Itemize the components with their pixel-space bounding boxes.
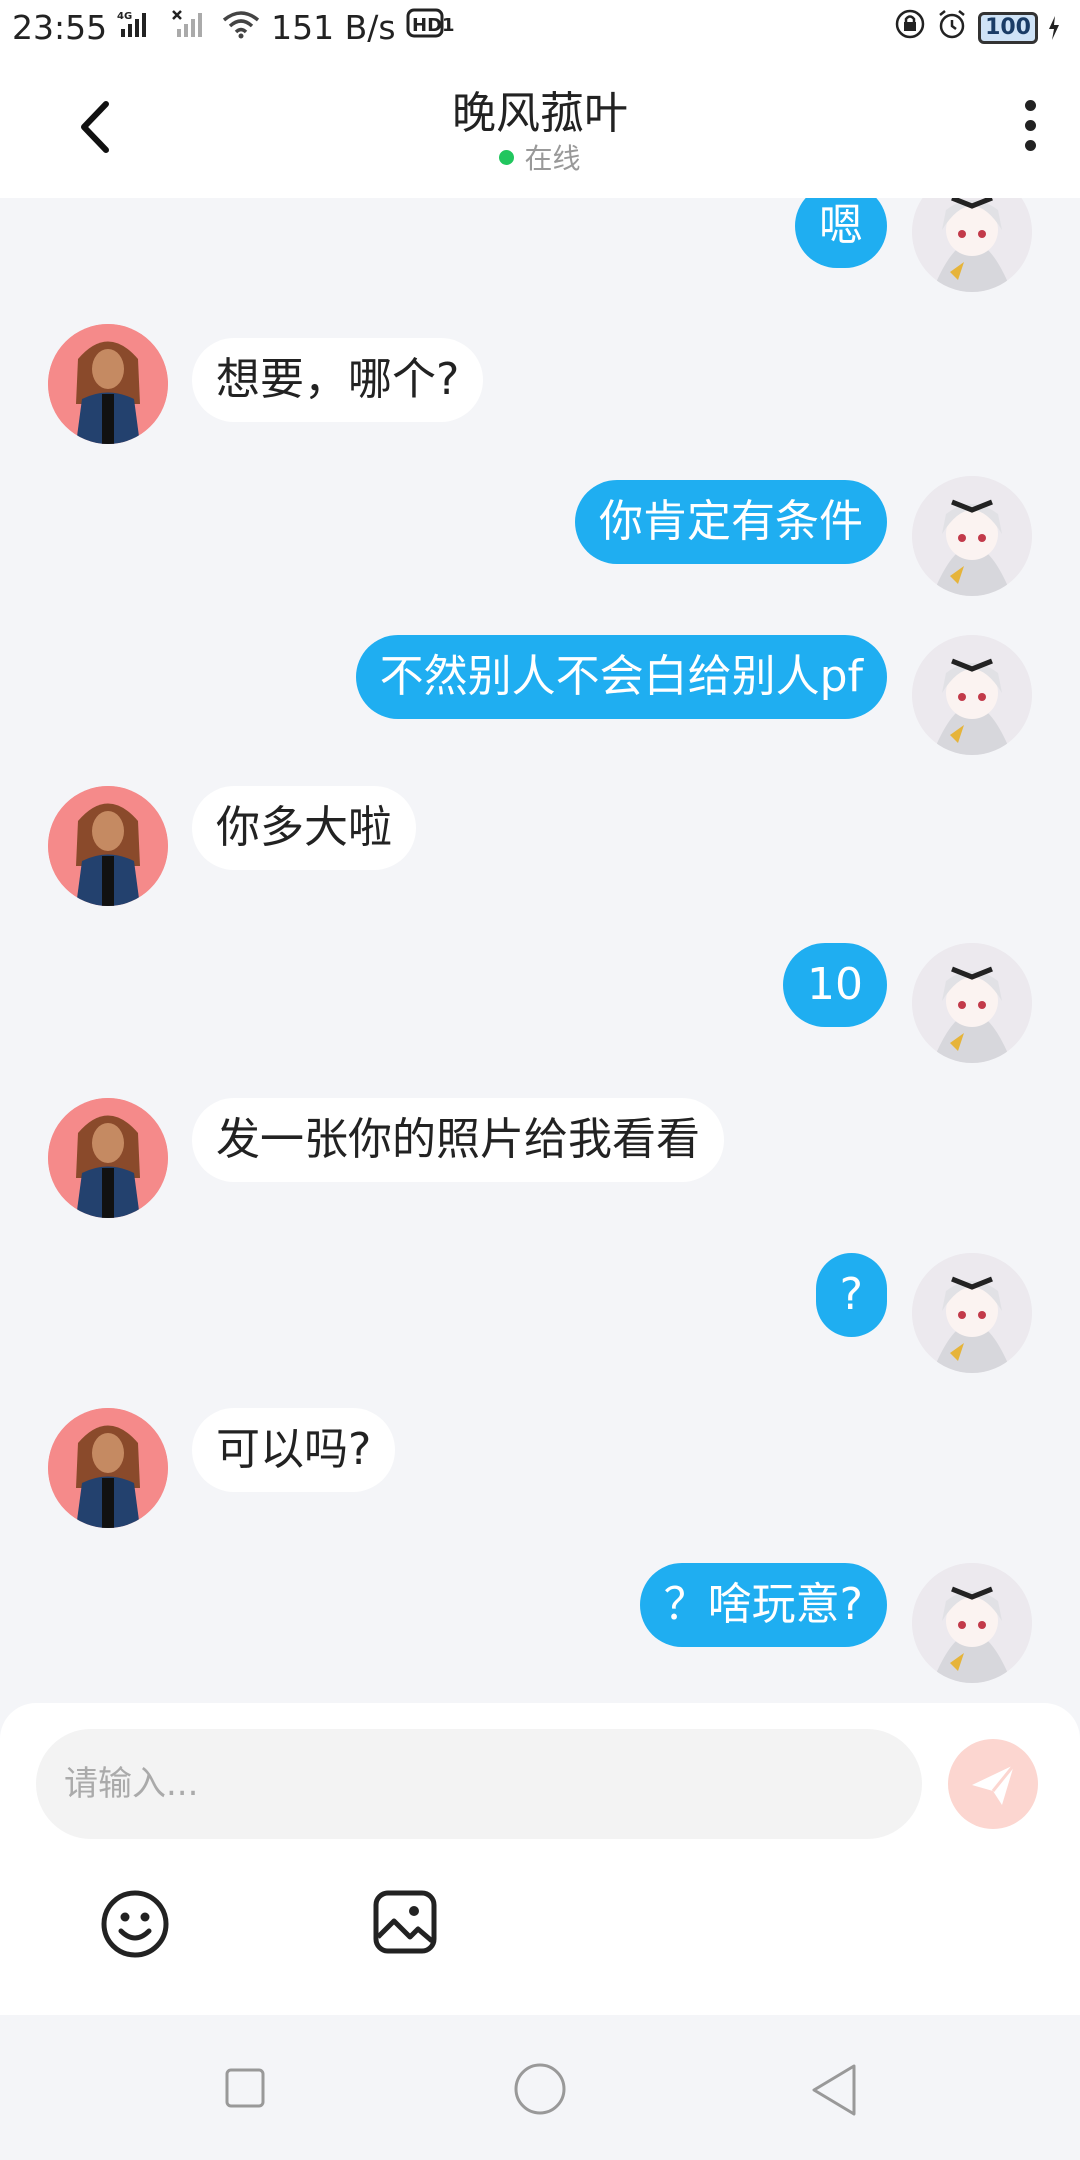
smiley-icon bbox=[101, 1890, 169, 1958]
alarm-icon bbox=[936, 8, 968, 48]
lock-rotation-icon bbox=[894, 8, 926, 48]
message-bubble-outgoing[interactable]: ? bbox=[815, 1253, 887, 1337]
triangle-back-icon bbox=[812, 2064, 856, 2116]
battery-indicator: 100 bbox=[978, 12, 1038, 44]
send-button[interactable] bbox=[948, 1739, 1038, 1829]
system-nav-bar bbox=[0, 2015, 1080, 2160]
message-bubble-incoming[interactable]: 想要，哪个? bbox=[192, 338, 484, 422]
paper-plane-icon bbox=[972, 1764, 1016, 1805]
online-status: 在线 bbox=[0, 137, 1080, 177]
message-bubble-incoming[interactable]: 发一张你的照片给我看看 bbox=[192, 1098, 724, 1182]
contact-avatar[interactable] bbox=[48, 1408, 168, 1528]
my-avatar[interactable] bbox=[912, 635, 1032, 755]
hd-icon: HD1 bbox=[406, 6, 458, 48]
message-list[interactable]: 嗯 想要，哪个? 你肯定有条件 不然别人不会白给别人pf 你多大啦 10 发一张… bbox=[0, 198, 1080, 1703]
online-status-label: 在线 bbox=[524, 142, 581, 175]
message-bubble-outgoing[interactable]: 嗯 bbox=[795, 198, 887, 268]
more-options-button[interactable] bbox=[1020, 100, 1040, 160]
signal-no-sim-icon bbox=[171, 8, 211, 47]
message-composer: 请输入... bbox=[0, 1703, 1080, 2015]
contact-avatar[interactable] bbox=[48, 786, 168, 906]
contact-avatar[interactable] bbox=[48, 1098, 168, 1218]
online-dot bbox=[499, 149, 515, 165]
message-bubble-incoming[interactable]: 可以吗? bbox=[192, 1408, 396, 1492]
message-bubble-outgoing[interactable]: 不然别人不会白给别人pf bbox=[355, 635, 887, 719]
status-time: 23:55 bbox=[12, 7, 108, 47]
image-icon bbox=[373, 1890, 437, 1954]
charging-icon bbox=[1048, 9, 1060, 48]
recent-apps-button[interactable] bbox=[224, 2067, 266, 2109]
emoji-button[interactable] bbox=[100, 1889, 170, 1959]
my-avatar[interactable] bbox=[912, 1563, 1032, 1683]
my-avatar[interactable] bbox=[912, 198, 1032, 292]
signal-icon: 4G bbox=[117, 8, 161, 47]
square-icon bbox=[225, 2068, 265, 2108]
svg-text:HD1: HD1 bbox=[412, 15, 455, 36]
my-avatar[interactable] bbox=[912, 476, 1032, 596]
message-input[interactable]: 请输入... bbox=[36, 1729, 922, 1839]
message-bubble-outgoing[interactable]: 10 bbox=[783, 943, 887, 1027]
chat-header: 晚风菰叶 在线 bbox=[0, 55, 1080, 198]
image-button[interactable] bbox=[372, 1889, 438, 1955]
network-speed: 151 B/s bbox=[271, 7, 396, 47]
svg-text:4G: 4G bbox=[117, 11, 132, 22]
page-title: 晚风菰叶 bbox=[452, 88, 628, 139]
message-bubble-outgoing[interactable]: ？啥玩意? bbox=[639, 1563, 887, 1647]
more-vertical-icon bbox=[1024, 100, 1036, 111]
my-avatar[interactable] bbox=[912, 943, 1032, 1063]
status-bar: 23:55 4G 151 B/s HD1 100 bbox=[0, 0, 1080, 55]
circle-icon bbox=[514, 2063, 566, 2115]
wifi-icon bbox=[221, 8, 261, 47]
message-bubble-incoming[interactable]: 你多大啦 bbox=[192, 786, 416, 870]
contact-avatar[interactable] bbox=[48, 324, 168, 444]
message-bubble-outgoing[interactable]: 你肯定有条件 bbox=[575, 480, 887, 564]
my-avatar[interactable] bbox=[912, 1253, 1032, 1373]
home-button[interactable] bbox=[513, 2062, 567, 2116]
system-back-button[interactable] bbox=[808, 2062, 860, 2118]
